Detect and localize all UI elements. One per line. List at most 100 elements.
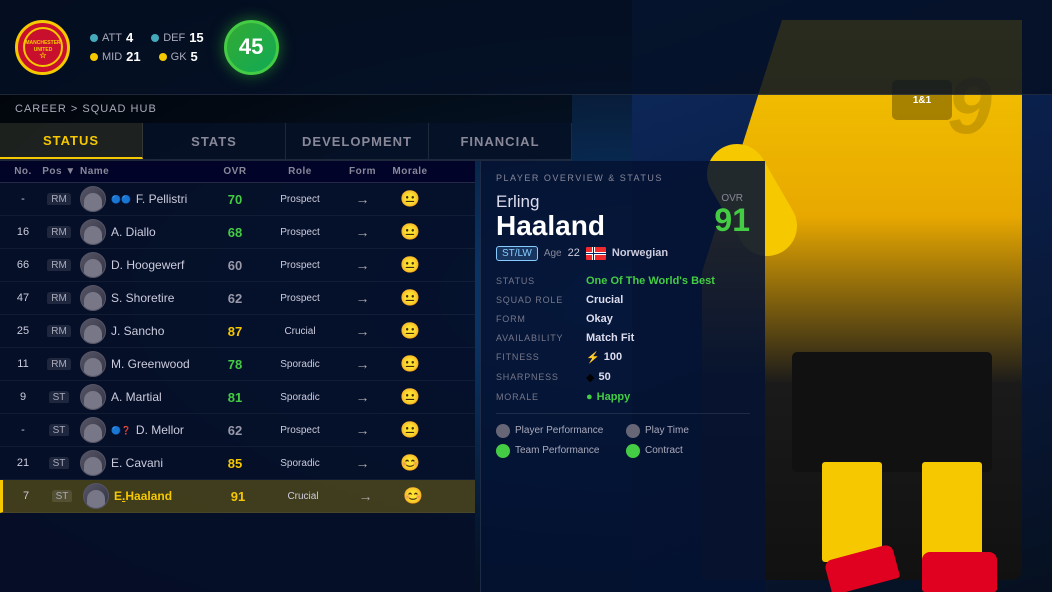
tab-status[interactable]: STATUS <box>0 123 143 159</box>
player-avatar <box>80 252 106 278</box>
cell-name: 🔵🔵 F. Pellistri <box>80 186 210 212</box>
cell-name: S. Shoretire <box>80 285 210 311</box>
cell-morale: 😊 <box>388 486 438 506</box>
cell-ovr: 60 <box>210 258 260 273</box>
gk-dot <box>159 53 167 61</box>
cell-pos: ST <box>41 490 83 502</box>
player-meta: ST/LW Age 22 Norwegian <box>496 246 750 261</box>
cell-ovr: 85 <box>210 456 260 471</box>
cell-role: Prospect <box>260 293 340 304</box>
player-avatar <box>80 450 106 476</box>
table-header: No. Pos ▼ Name OVR Role Form Morale <box>0 161 475 183</box>
player-avatar <box>80 186 106 212</box>
report-label: Team Performance <box>515 445 599 456</box>
stat-value: Okay <box>586 313 613 325</box>
cell-pos: RM <box>38 358 80 370</box>
overview-stat-row: SHARPNESS ◆50 <box>496 371 750 384</box>
col-position[interactable]: Pos ▼ <box>38 166 80 177</box>
cell-form: → <box>340 191 385 207</box>
divider <box>496 413 750 414</box>
cell-pos: RM <box>38 193 80 205</box>
player-first-name: Erling <box>496 193 605 212</box>
player-avatar <box>83 483 109 509</box>
report-icon <box>626 424 640 438</box>
table-row[interactable]: 21 ST E. Cavani 85 Sporadic → 😊 <box>0 447 475 480</box>
table-row[interactable]: 25 RM J. Sancho 87 Crucial → 😐 <box>0 315 475 348</box>
table-row[interactable]: 66 RM D. Hoogewerf 60 Prospect → 😐 <box>0 249 475 282</box>
stat-key: SQUAD ROLE <box>496 295 586 305</box>
player-last-name: Haaland <box>496 212 605 240</box>
cell-ovr: 81 <box>210 390 260 405</box>
mid-value: 21 <box>126 49 140 64</box>
table-row[interactable]: 16 RM A. Diallo 68 Prospect → 😐 <box>0 216 475 249</box>
svg-text:☆: ☆ <box>39 51 47 60</box>
cell-form: → <box>340 455 385 471</box>
def-dot <box>151 34 159 42</box>
cell-role: Prospect <box>260 194 340 205</box>
report-icon <box>496 424 510 438</box>
stat-icon: ⚡ <box>586 351 600 364</box>
cell-number: 47 <box>8 292 38 304</box>
cell-pos: ST <box>38 424 80 436</box>
cell-morale: 😐 <box>385 420 435 440</box>
cell-name: A. Martial <box>80 384 210 410</box>
panel-title: PLAYER OVERVIEW & STATUS <box>496 173 750 183</box>
cell-pos: RM <box>38 292 80 304</box>
cell-role: Sporadic <box>260 458 340 469</box>
tab-stats[interactable]: STATS <box>143 123 286 159</box>
cell-form: → <box>340 356 385 372</box>
nationality: Norwegian <box>612 247 668 259</box>
gk-value: 5 <box>191 49 198 64</box>
cell-form: → <box>340 389 385 405</box>
cell-role: Sporadic <box>260 392 340 403</box>
report-label: Player Performance <box>515 425 603 436</box>
cell-name: J. Sancho <box>80 318 210 344</box>
table-row[interactable]: 9 ST A. Martial 81 Sporadic → 😐 <box>0 381 475 414</box>
cell-number: 7 <box>11 490 41 502</box>
cell-number: 25 <box>8 325 38 337</box>
stat-key: AVAILABILITY <box>496 333 586 343</box>
stat-key: STATUS <box>496 276 586 286</box>
top-bar: MANCHESTER UNITED ☆ ATT 4 DEF 15 MID 21 <box>0 0 1052 95</box>
report-item: Play Time <box>626 424 750 438</box>
table-row[interactable]: - RM 🔵🔵 F. Pellistri 70 Prospect → 😐 <box>0 183 475 216</box>
cell-pos: RM <box>38 226 80 238</box>
stat-value: 50 <box>598 371 610 383</box>
cell-name: M. Greenwood <box>80 351 210 377</box>
table-row[interactable]: 11 RM M. Greenwood 78 Sporadic → 😐 <box>0 348 475 381</box>
cell-role: Prospect <box>260 260 340 271</box>
table-row[interactable]: 47 RM S. Shoretire 62 Prospect → 😐 <box>0 282 475 315</box>
cell-name: A. Diallo <box>80 219 210 245</box>
tab-financial[interactable]: FINANCIAL <box>429 123 572 159</box>
report-label: Play Time <box>645 425 689 436</box>
navigation-tabs: STATUS STATS DEVELOPMENT FINANCIAL <box>0 123 572 161</box>
cell-morale: 😐 <box>385 354 435 374</box>
cell-role: Crucial <box>260 326 340 337</box>
cell-ovr: 87 <box>210 324 260 339</box>
overview-stat-row: STATUS One Of The World's Best <box>496 275 750 287</box>
mid-dot <box>90 53 98 61</box>
svg-text:MANCHESTER: MANCHESTER <box>25 40 61 46</box>
tab-development[interactable]: DEVELOPMENT <box>286 123 429 159</box>
cell-morale: 😐 <box>385 387 435 407</box>
player-avatar <box>80 351 106 377</box>
cell-name: E.Haaland <box>83 483 213 509</box>
player-name-block: Erling Haaland OVR 91 <box>496 193 750 240</box>
cell-pos: ST <box>38 457 80 469</box>
cell-pos: RM <box>38 259 80 271</box>
cell-ovr: 91 <box>213 489 263 504</box>
report-icon <box>626 444 640 458</box>
table-row[interactable]: - ST 🔵❓ D. Mellor 62 Prospect → 😐 <box>0 414 475 447</box>
table-row[interactable]: 7 ST E.Haaland 91 Crucial → 😊 <box>0 480 475 513</box>
overview-panel: PLAYER OVERVIEW & STATUS Erling Haaland … <box>480 161 765 592</box>
cell-number: - <box>8 193 38 205</box>
cell-ovr: 70 <box>210 192 260 207</box>
cell-morale: 😊 <box>385 453 435 473</box>
position-badge: ST/LW <box>496 246 538 261</box>
cell-ovr: 78 <box>210 357 260 372</box>
def-label: DEF <box>163 32 185 44</box>
overview-stat-row: MORALE ●Happy <box>496 391 750 403</box>
overall-badge: 45 <box>224 20 279 75</box>
col-ovr: OVR <box>210 166 260 177</box>
gk-label: GK <box>171 51 187 63</box>
